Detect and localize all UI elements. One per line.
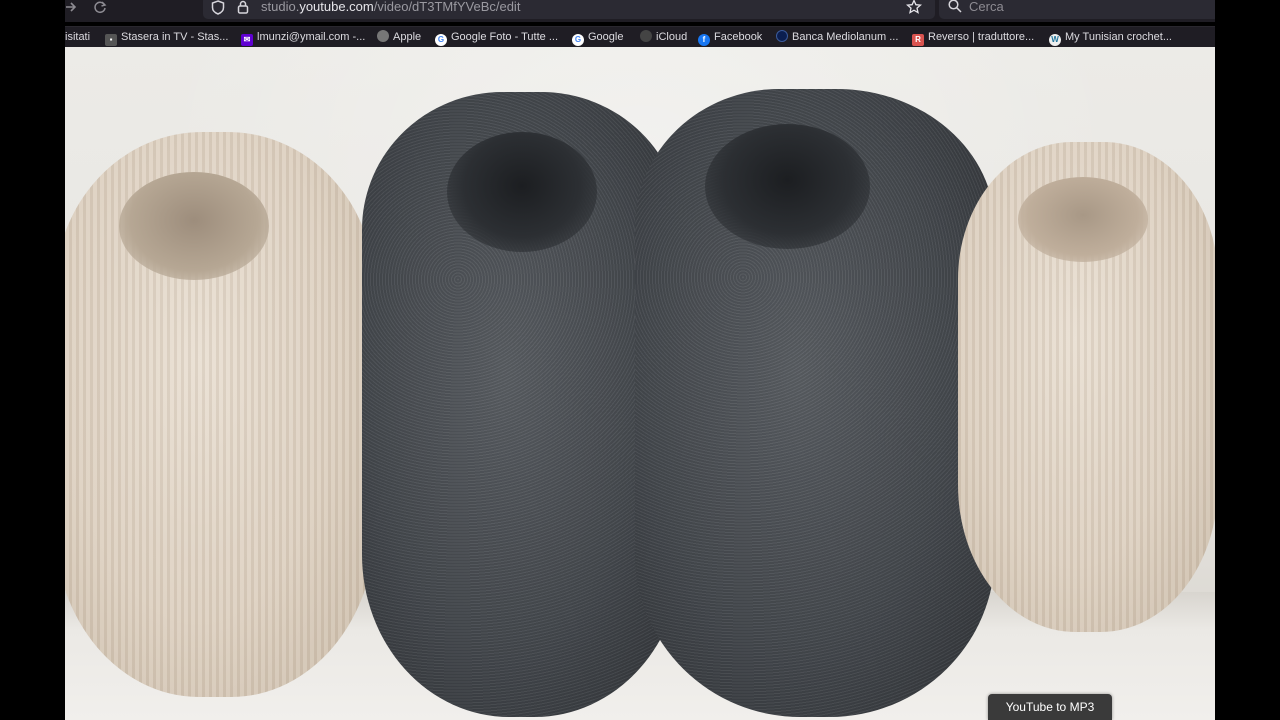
- bookmark-label: My Tunisian crochet...: [1065, 31, 1172, 43]
- slipper-opening: [705, 124, 870, 249]
- url-text[interactable]: studio.youtube.com/video/dT3TMfYVeBc/edi…: [261, 0, 520, 14]
- facebook-icon: f: [698, 34, 710, 46]
- cream-slipper-right: [958, 142, 1215, 632]
- browser-toolbar: studio.youtube.com/video/dT3TMfYVeBc/edi…: [65, 0, 1215, 22]
- bookmark-google-foto[interactable]: G Google Foto - Tutte ...: [435, 30, 558, 46]
- bookmark-apple[interactable]: Apple: [377, 30, 421, 44]
- shield-icon[interactable]: [211, 0, 225, 20]
- url-path: /video/dT3TMfYVeBc/edit: [373, 0, 521, 14]
- bookmark-stasera-in-tv[interactable]: ▪ Stasera in TV - Stas...: [105, 30, 228, 46]
- bookmark-label: Banca Mediolanum ...: [792, 31, 899, 43]
- bookmark-icloud[interactable]: iCloud: [640, 30, 687, 44]
- bookmark-ymail[interactable]: ✉ lmunzi@ymail.com -...: [241, 30, 365, 46]
- search-bar[interactable]: Cerca: [939, 0, 1215, 19]
- browser-window: studio.youtube.com/video/dT3TMfYVeBc/edi…: [65, 0, 1215, 720]
- lock-icon[interactable]: [237, 0, 249, 20]
- star-icon[interactable]: [905, 0, 923, 20]
- bookmark-label: Stasera in TV - Stas...: [121, 31, 229, 43]
- video-frame: [65, 47, 1215, 720]
- bookmark-label: iCloud: [656, 31, 688, 43]
- icloud-icon: [640, 30, 652, 42]
- bookmark-label: Facebook: [714, 31, 763, 43]
- google-icon: G: [435, 34, 447, 46]
- bookmark-reverso[interactable]: R Reverso | traduttore...: [912, 30, 1034, 46]
- url-domain-prefix: studio.: [261, 0, 300, 14]
- bookmark-visitati[interactable]: isitati: [65, 30, 90, 44]
- search-icon: [948, 0, 962, 18]
- yahoo-mail-icon: ✉: [241, 34, 253, 46]
- reverso-icon: R: [912, 34, 924, 46]
- apple-icon: [377, 30, 389, 42]
- bookmark-label: Google: [588, 31, 624, 43]
- bookmark-facebook[interactable]: f Facebook: [698, 30, 762, 46]
- slipper-opening: [119, 172, 269, 280]
- bookmark-label: Apple: [393, 31, 422, 43]
- forward-arrow-icon[interactable]: [65, 0, 77, 16]
- bookmark-label: isitati: [65, 31, 91, 43]
- slipper-opening: [447, 132, 597, 252]
- slipper-opening: [1018, 177, 1148, 262]
- url-domain: youtube.com: [299, 0, 374, 14]
- bookmarks-bar: isitati ▪ Stasera in TV - Stas... ✉ lmunzi…: [65, 26, 1215, 47]
- bookmark-tunisian-crochet[interactable]: W My Tunisian crochet...: [1049, 30, 1172, 46]
- bookmark-label: lmunzi@ymail.com -...: [257, 31, 366, 43]
- bookmark-label: Reverso | traduttore...: [928, 31, 1035, 43]
- bookmark-banca-mediolanum[interactable]: Banca Mediolanum ...: [776, 30, 898, 44]
- search-input[interactable]: Cerca: [969, 0, 1004, 14]
- bookmark-label: Google Foto - Tutte ...: [451, 31, 558, 43]
- cream-slipper-left: [65, 132, 375, 697]
- youtube-to-mp3-tooltip[interactable]: YouTube to MP3: [988, 694, 1112, 720]
- url-bar[interactable]: studio.youtube.com/video/dT3TMfYVeBc/edi…: [203, 0, 935, 19]
- bookmark-google[interactable]: G Google: [572, 30, 623, 46]
- google-icon: G: [572, 34, 584, 46]
- reload-icon[interactable]: [93, 0, 107, 16]
- tv-icon: ▪: [105, 34, 117, 46]
- dark-slipper-left: [362, 92, 682, 717]
- bank-icon: [776, 30, 788, 42]
- dark-slipper-right: [635, 89, 995, 717]
- wordpress-icon: W: [1049, 34, 1061, 46]
